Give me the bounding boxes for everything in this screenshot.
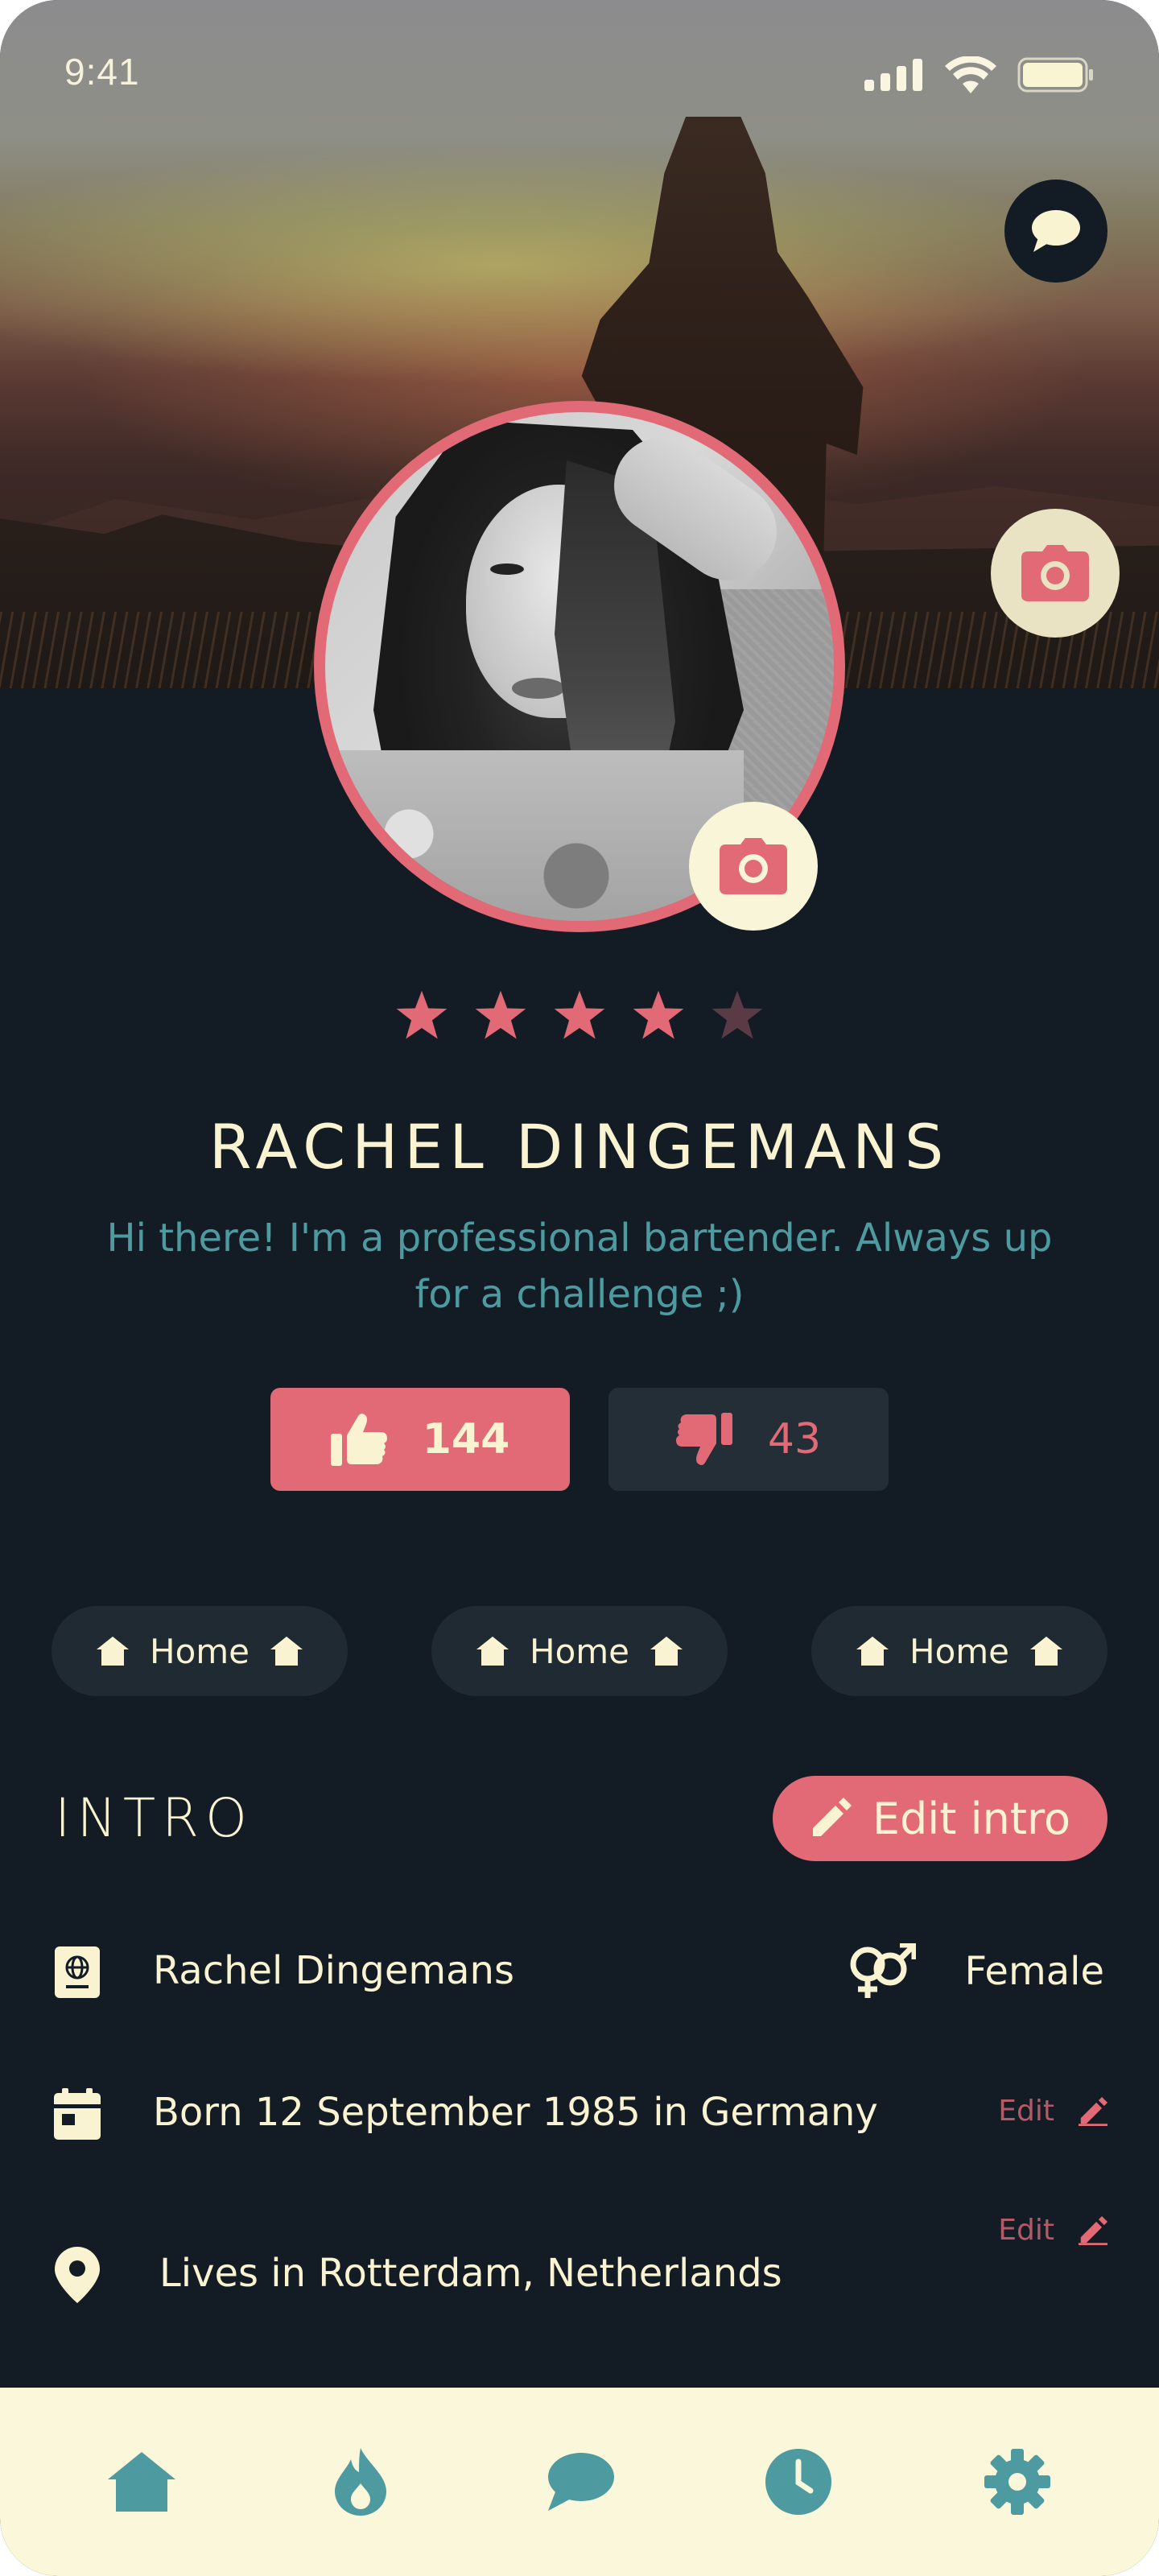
intro-heading: INTRO [55, 1787, 254, 1849]
camera-icon [720, 838, 787, 894]
edit-intro-button[interactable]: Edit intro [773, 1776, 1107, 1861]
cellular-signal-icon [864, 59, 922, 91]
home-icon [856, 1637, 889, 1666]
bottom-navigation [0, 2388, 1159, 2576]
battery-icon [1017, 57, 1093, 93]
home-icon [1030, 1637, 1063, 1666]
pencil-icon [1079, 2096, 1107, 2126]
message-button[interactable] [1004, 180, 1107, 283]
intro-gender: Female [964, 1949, 1104, 1994]
intro-row-name: Rachel Dingemans Female [0, 1932, 1159, 2013]
calendar-icon [54, 2088, 101, 2140]
nav-settings[interactable] [969, 2434, 1066, 2530]
like-button[interactable]: 144 [270, 1388, 570, 1491]
pencil-icon [812, 1798, 852, 1836]
intro-row-born: Born 12 September 1985 in Germany Edit [0, 2074, 1159, 2154]
nav-discover[interactable] [312, 2434, 409, 2530]
dislike-count: 43 [767, 1415, 822, 1463]
gender-icon [850, 1943, 917, 1998]
chip-home-3[interactable]: Home [811, 1606, 1107, 1696]
chip-label: Home [529, 1631, 630, 1671]
star-empty-icon [711, 990, 763, 1039]
star-filled-icon [633, 990, 684, 1039]
chip-home-2[interactable]: Home [431, 1606, 728, 1696]
chip-label: Home [909, 1631, 1010, 1671]
home-icon [650, 1637, 683, 1666]
intro-born: Born 12 September 1985 in Germany [153, 2090, 878, 2135]
intro-lives: Lives in Rotterdam, Netherlands [159, 2251, 782, 2296]
chip-home-1[interactable]: Home [52, 1606, 348, 1696]
edit-lives-button[interactable]: Edit [998, 2214, 1107, 2247]
thumbs-up-icon [330, 1414, 387, 1466]
thumbs-down-icon [675, 1413, 732, 1465]
star-filled-icon [554, 990, 605, 1039]
profile-bio: Hi there! I'm a professional bartender. … [106, 1216, 1053, 1317]
location-pin-icon [55, 2247, 100, 2303]
home-icon [270, 1637, 303, 1666]
passport-icon [55, 1946, 100, 1998]
star-filled-icon [396, 990, 448, 1039]
rating-stars [0, 989, 1159, 1043]
nav-messages[interactable] [531, 2434, 628, 2530]
status-time: 9:41 [64, 51, 140, 93]
like-count: 144 [422, 1415, 510, 1463]
change-cover-photo-button[interactable] [991, 509, 1120, 638]
nav-history[interactable] [750, 2434, 847, 2530]
edit-intro-label: Edit intro [872, 1793, 1071, 1844]
home-icon [96, 1637, 129, 1666]
change-avatar-button[interactable] [689, 802, 818, 931]
edit-born-button[interactable]: Edit [998, 2095, 1107, 2128]
camera-icon [1021, 545, 1089, 601]
dislike-button[interactable]: 43 [608, 1388, 889, 1491]
chip-label: Home [149, 1631, 250, 1671]
intro-full-name: Rachel Dingemans [153, 1948, 514, 1993]
fire-icon [335, 2448, 386, 2516]
clock-icon [765, 2449, 831, 2515]
chat-icon [548, 2453, 614, 2511]
settings-icon [984, 2449, 1050, 2515]
star-filled-icon [475, 990, 526, 1039]
profile-name: RACHEL DINGEMANS [208, 1111, 951, 1183]
profile-screen: 9:41 RACHEL DINGEMANS Hi there! I'm a pr… [0, 0, 1159, 2576]
edit-label: Edit [998, 2214, 1054, 2247]
nav-home[interactable] [93, 2434, 190, 2530]
tag-chips: Home Home Home [0, 1606, 1159, 1696]
intro-row-lives: Lives in Rotterdam, Netherlands Edit [0, 2214, 1159, 2315]
home-icon [108, 2452, 175, 2512]
home-icon [476, 1637, 509, 1666]
chat-bubble-icon [1032, 210, 1080, 252]
pencil-icon [1079, 2215, 1107, 2245]
edit-label: Edit [998, 2095, 1054, 2128]
wifi-icon [945, 56, 996, 93]
status-bar: 9:41 [0, 0, 1159, 153]
